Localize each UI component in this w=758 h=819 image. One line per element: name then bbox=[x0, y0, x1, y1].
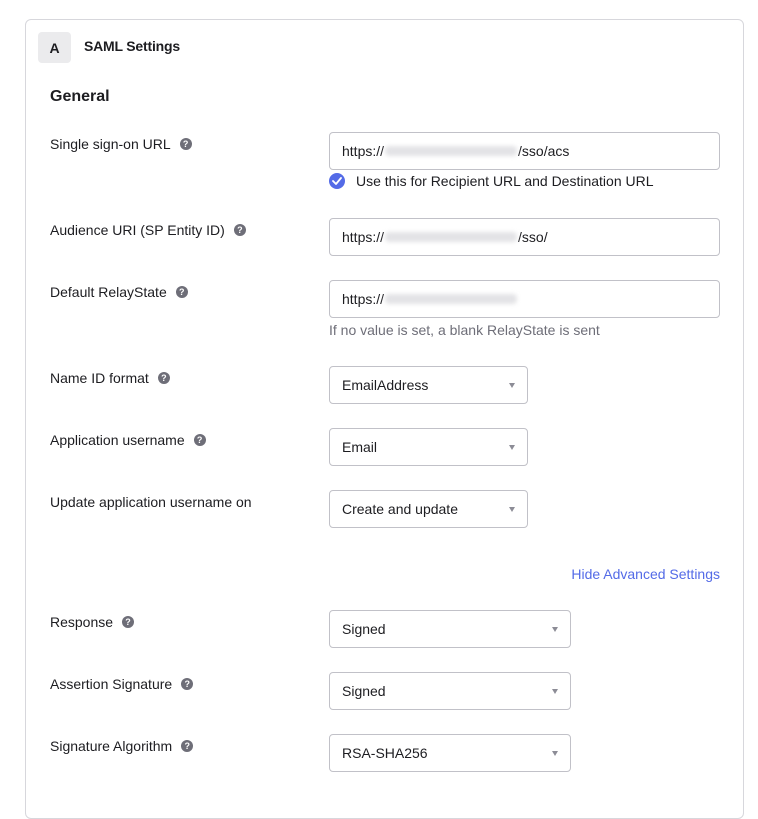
caret-down-icon bbox=[552, 688, 558, 694]
sso-url-label: Single sign-on URL ? bbox=[50, 136, 192, 152]
caret-down-icon bbox=[509, 382, 515, 388]
app-username-label: Application username ? bbox=[50, 432, 206, 448]
recipient-url-checkbox-row[interactable]: Use this for Recipient URL and Destinati… bbox=[329, 173, 654, 189]
card-title: SAML Settings bbox=[84, 38, 180, 54]
relay-state-prefix: https:// bbox=[342, 291, 385, 307]
name-id-format-select[interactable]: EmailAddress bbox=[329, 366, 528, 404]
help-icon[interactable]: ? bbox=[193, 434, 206, 446]
response-select[interactable]: Signed bbox=[329, 610, 571, 648]
sso-url-input[interactable]: https:// /sso/acs bbox=[329, 132, 720, 170]
signature-algorithm-select[interactable]: RSA-SHA256 bbox=[329, 734, 571, 772]
assertion-signature-label-text: Assertion Signature bbox=[50, 676, 173, 692]
caret-down-icon bbox=[509, 444, 515, 450]
caret-down-icon bbox=[552, 626, 558, 632]
help-icon[interactable]: ? bbox=[122, 616, 135, 628]
response-value: Signed bbox=[342, 621, 386, 637]
help-icon[interactable]: ? bbox=[157, 372, 170, 384]
assertion-signature-label: Assertion Signature ? bbox=[50, 676, 194, 692]
name-id-format-label-text: Name ID format bbox=[50, 370, 149, 386]
caret-down-icon bbox=[509, 506, 515, 512]
audience-uri-label: Audience URI (SP Entity ID) ? bbox=[50, 222, 246, 238]
app-username-select[interactable]: Email bbox=[329, 428, 528, 466]
relay-state-label-text: Default RelayState bbox=[50, 284, 167, 300]
sso-url-suffix: /sso/acs bbox=[518, 143, 570, 159]
signature-algorithm-value: RSA-SHA256 bbox=[342, 745, 428, 761]
signature-algorithm-label: Signature Algorithm ? bbox=[50, 738, 194, 754]
relay-state-hint: If no value is set, a blank RelayState i… bbox=[329, 322, 600, 338]
redacted-domain bbox=[385, 232, 518, 242]
sso-url-label-text: Single sign-on URL bbox=[50, 136, 171, 152]
app-username-label-text: Application username bbox=[50, 432, 185, 448]
step-badge: A bbox=[38, 32, 71, 63]
help-icon[interactable]: ? bbox=[181, 678, 194, 690]
name-id-format-value: EmailAddress bbox=[342, 377, 429, 393]
relay-state-label: Default RelayState ? bbox=[50, 284, 188, 300]
response-label: Response ? bbox=[50, 614, 135, 630]
audience-uri-label-text: Audience URI (SP Entity ID) bbox=[50, 222, 225, 238]
update-username-label: Update application username on bbox=[50, 494, 252, 510]
relay-state-input[interactable]: https:// bbox=[329, 280, 720, 318]
hide-advanced-settings-link[interactable]: Hide Advanced Settings bbox=[571, 566, 720, 582]
redacted-domain bbox=[385, 294, 518, 304]
audience-uri-input[interactable]: https:// /sso/ bbox=[329, 218, 720, 256]
assertion-signature-select[interactable]: Signed bbox=[329, 672, 571, 710]
redacted-domain bbox=[385, 146, 518, 156]
update-username-select[interactable]: Create and update bbox=[329, 490, 528, 528]
assertion-signature-value: Signed bbox=[342, 683, 386, 699]
section-title-general: General bbox=[50, 88, 110, 105]
recipient-url-checkbox[interactable] bbox=[329, 173, 345, 189]
signature-algorithm-label-text: Signature Algorithm bbox=[50, 738, 173, 754]
caret-down-icon bbox=[552, 750, 558, 756]
help-icon[interactable]: ? bbox=[233, 224, 246, 236]
update-username-value: Create and update bbox=[342, 501, 458, 517]
sso-url-prefix: https:// bbox=[342, 143, 385, 159]
app-username-value: Email bbox=[342, 439, 378, 455]
audience-uri-prefix: https:// bbox=[342, 229, 385, 245]
checkmark-icon bbox=[332, 177, 342, 185]
recipient-url-checkbox-label: Use this for Recipient URL and Destinati… bbox=[356, 173, 654, 189]
help-icon[interactable]: ? bbox=[179, 138, 192, 150]
help-icon[interactable]: ? bbox=[181, 740, 194, 752]
audience-uri-suffix: /sso/ bbox=[518, 229, 548, 245]
response-label-text: Response bbox=[50, 614, 114, 630]
update-username-label-text: Update application username on bbox=[50, 494, 252, 510]
help-icon[interactable]: ? bbox=[175, 286, 188, 298]
name-id-format-label: Name ID format ? bbox=[50, 370, 170, 386]
